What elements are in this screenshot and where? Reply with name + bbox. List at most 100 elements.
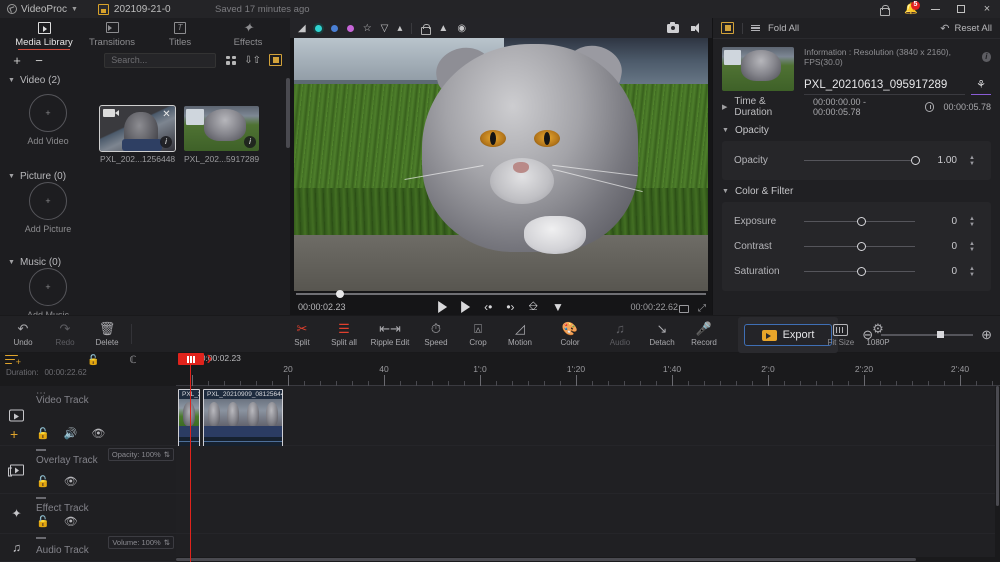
motion-button[interactable]: ◿ Motion — [499, 315, 541, 353]
minimize-button[interactable] — [922, 0, 948, 18]
track-drag-handle[interactable] — [36, 497, 46, 499]
eye-icon[interactable]: ◉ — [457, 23, 466, 34]
tab-titles[interactable]: T Titles — [146, 18, 214, 50]
unlock-icon[interactable]: 🔓 — [36, 515, 50, 528]
scrubber-handle[interactable] — [336, 289, 344, 298]
stepper-icon[interactable]: ⇅ — [164, 450, 170, 459]
add-track-icon[interactable]: + — [5, 354, 21, 366]
media-item[interactable]: ✕ i PXL_202...1256448 — [99, 105, 176, 164]
eye-icon[interactable]: 👁 — [64, 475, 78, 488]
reset-all-button[interactable]: ↶ Reset All — [940, 22, 992, 35]
delete-button[interactable]: 🗑 Delete — [86, 315, 128, 353]
select-keyframe-icon[interactable]: ▴ — [397, 23, 402, 34]
audio-button[interactable]: ♫ Audio — [599, 315, 641, 353]
timeline-clip[interactable]: PXL_20... — [178, 389, 200, 447]
section-video-header[interactable]: ▼ Video (2) — [0, 70, 290, 86]
saturation-slider[interactable] — [804, 267, 915, 276]
info-icon[interactable]: i — [160, 136, 172, 148]
fold-all-icon[interactable] — [751, 24, 760, 32]
crop-marker-button[interactable]: ⎒ — [529, 299, 538, 314]
tab-transitions[interactable]: Transitions — [78, 18, 146, 50]
time-duration-row[interactable]: ▶ Time & Duration 00:00:00.00 - 00:00:05… — [713, 95, 1000, 119]
tab-effects[interactable]: ✦ Effects — [214, 18, 282, 50]
app-menu[interactable]: VideoProc ▼ — [7, 4, 78, 15]
lock-icon[interactable]: 🔓 — [87, 355, 99, 366]
close-button[interactable]: × — [974, 0, 1000, 18]
timeline-vertical-scrollbar[interactable] — [995, 386, 1000, 562]
crop-button[interactable]: ⍓ Crop — [457, 315, 499, 353]
stepper-icon[interactable]: ⇅ — [164, 538, 170, 547]
cursor-icon[interactable]: ◢ — [298, 23, 306, 34]
zoom-in-button[interactable]: ⊕ — [981, 327, 992, 343]
section-picture-header[interactable]: ▼ Picture (0) — [0, 166, 66, 182]
zoom-slider[interactable] — [881, 331, 974, 339]
timeline-ruler[interactable]: 20 40 1':0 1':20 1':40 2':0 2':20 2':40 — [176, 364, 1000, 386]
tab-media-library[interactable]: Media Library — [10, 18, 78, 50]
add-track-button[interactable]: + — [10, 427, 18, 441]
opacity-tag[interactable]: Opacity: 100% ⇅ — [107, 448, 174, 461]
save-icon[interactable] — [97, 3, 109, 15]
slider-handle[interactable] — [857, 217, 867, 226]
export-button[interactable]: Export — [744, 324, 832, 346]
play-selection-button[interactable] — [461, 300, 471, 313]
marker-cyan-icon[interactable] — [314, 24, 322, 32]
slider-handle[interactable] — [910, 156, 920, 165]
prev-frame-button[interactable]: ‹• — [484, 300, 492, 314]
marker-blue-icon[interactable] — [330, 24, 338, 32]
lock-icon[interactable] — [421, 23, 432, 35]
add-music-button[interactable]: + Add Music — [25, 268, 71, 320]
unlock-icon[interactable]: 🔓 — [36, 427, 50, 440]
track-drag-handle[interactable] — [36, 449, 46, 451]
notifications-button[interactable]: 🔔 5 — [896, 0, 922, 18]
grid-view-icon[interactable] — [226, 55, 237, 65]
exposure-slider[interactable] — [804, 217, 915, 226]
add-video-button[interactable]: + Add Video — [25, 94, 71, 146]
contrast-slider[interactable] — [804, 242, 915, 251]
playhead-arrow-icon[interactable]: ❯ — [206, 354, 213, 363]
eye-icon[interactable]: 👁 — [91, 427, 105, 440]
project-item[interactable]: 202109-21-0 — [97, 3, 171, 15]
opacity-section-header[interactable]: ▼ Opacity — [713, 119, 1000, 141]
preview-video[interactable] — [294, 38, 708, 291]
lock-icon[interactable] — [872, 0, 896, 18]
add-media-button[interactable]: + — [6, 53, 28, 68]
info-icon[interactable]: i — [981, 52, 991, 62]
remove-icon[interactable]: ✕ — [161, 109, 172, 120]
undo-button[interactable]: ↶ Undo — [2, 315, 44, 353]
slider-handle[interactable] — [857, 267, 867, 276]
opacity-slider[interactable] — [804, 156, 920, 165]
slider-handle[interactable] — [857, 242, 867, 251]
timeline-clip[interactable]: PXL_20210909_081256448 — [203, 389, 283, 447]
add-picture-button[interactable]: + Add Picture — [25, 182, 71, 234]
color-button[interactable]: 🎨 Color — [549, 315, 591, 353]
fullscreen-icon[interactable]: ⤢ — [698, 303, 706, 314]
track-area-effect[interactable] — [176, 494, 1000, 533]
marker-pink-icon[interactable] — [346, 24, 354, 32]
exposure-stepper[interactable]: ▲ ▼ — [965, 216, 979, 228]
file-name-field[interactable]: PXL_20210613_095917289 — [804, 79, 965, 95]
mask-icon[interactable]: ▲ — [438, 23, 448, 34]
detach-button[interactable]: ↘ Detach — [641, 315, 683, 353]
track-area-video[interactable]: PXL_20... PXL_20210909_081256448 — [176, 386, 1000, 447]
play-button[interactable] — [438, 300, 448, 313]
panel-toggle-icon[interactable] — [721, 22, 734, 34]
chevron-down-icon[interactable]: ▼ — [71, 6, 78, 13]
color-picker-icon[interactable]: ⚘ — [971, 78, 991, 95]
add-keyframe-icon[interactable]: ☆ — [363, 23, 372, 34]
track-drag-handle[interactable] — [36, 537, 46, 539]
search-input[interactable]: Search... — [104, 52, 217, 68]
media-item[interactable]: i PXL_202...5917289 — [184, 106, 259, 164]
opacity-stepper[interactable]: ▲ ▼ — [965, 155, 979, 167]
volume-icon[interactable]: 🔊 — [64, 427, 78, 440]
eye-icon[interactable]: 👁 — [64, 515, 78, 528]
remove-keyframe-icon[interactable]: ▽ — [381, 23, 389, 34]
next-frame-button[interactable]: •› — [506, 300, 514, 314]
volume-tag[interactable]: Volume: 100% ⇅ — [108, 536, 174, 549]
fold-all-label[interactable]: Fold All — [768, 23, 799, 34]
ripple-edit-button[interactable]: ⇤⇥ Ripple Edit — [365, 315, 415, 353]
volume-icon[interactable] — [691, 23, 704, 33]
link-icon[interactable]: ℂ — [129, 355, 136, 366]
split-view-icon[interactable] — [679, 304, 689, 313]
color-filter-section-header[interactable]: ▼ Color & Filter — [713, 180, 1000, 202]
split-button[interactable]: ✂ Split — [281, 315, 323, 353]
